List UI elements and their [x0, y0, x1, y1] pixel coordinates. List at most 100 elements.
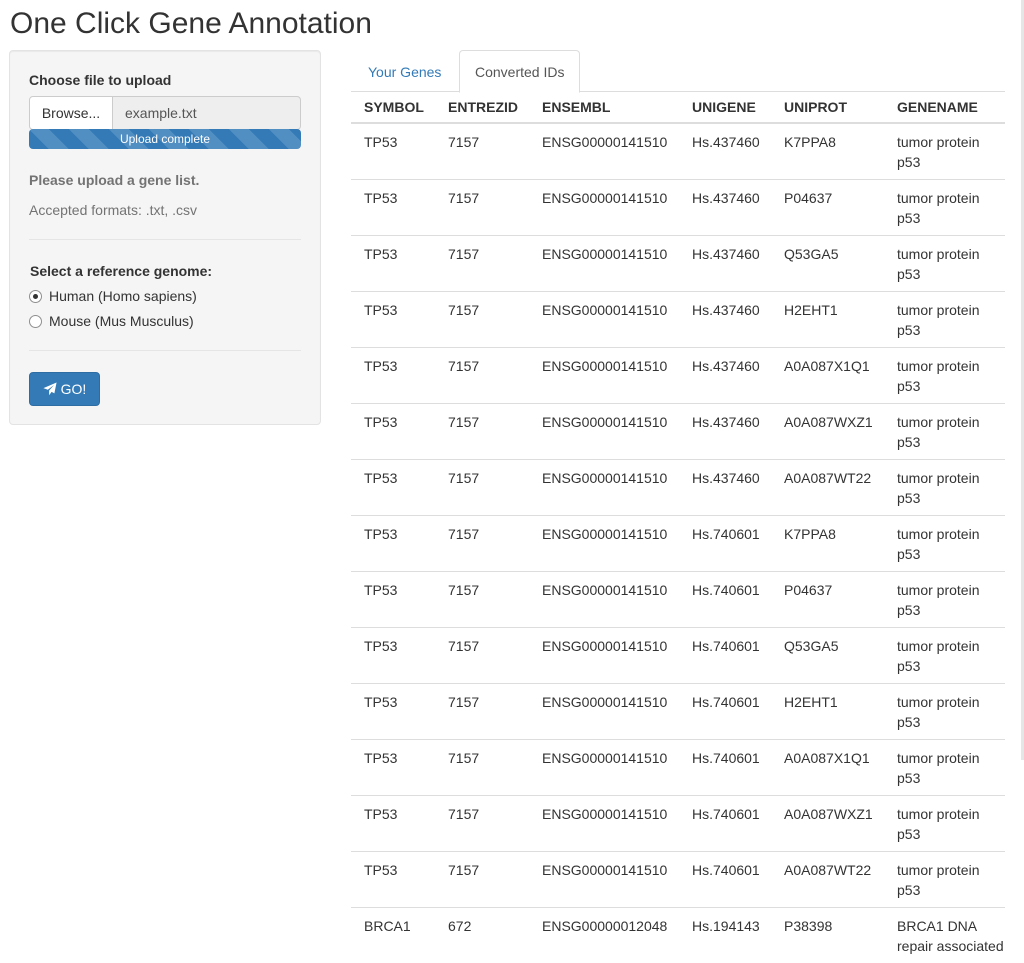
upload-label: Choose file to upload: [29, 72, 171, 88]
radio-dot-icon[interactable]: [29, 290, 42, 303]
cell-uniprot: Q53GA5: [771, 628, 884, 684]
cell-ensembl: ENSG00000141510: [529, 236, 679, 292]
cell-unigene: Hs.194143: [679, 908, 771, 963]
cell-uniprot: A0A087WT22: [771, 852, 884, 908]
table-header-row: SYMBOL ENTREZID ENSEMBL UNIGENE UNIPROT …: [351, 92, 1005, 123]
cell-ensembl: ENSG00000141510: [529, 348, 679, 404]
radio-human[interactable]: Human (Homo sapiens): [29, 288, 197, 304]
cell-entrezid: 7157: [435, 684, 529, 740]
cell-genename: tumor protein p53: [884, 796, 1005, 852]
cell-entrezid: 7157: [435, 180, 529, 236]
header-unigene: UNIGENE: [679, 92, 771, 123]
header-symbol: SYMBOL: [351, 92, 435, 123]
table-row: TP53 7157 ENSG00000141510 Hs.740601 A0A0…: [351, 796, 1005, 852]
divider: [29, 350, 301, 351]
cell-entrezid: 7157: [435, 516, 529, 572]
table-body: TP53 7157 ENSG00000141510 Hs.437460 K7PP…: [351, 123, 1005, 963]
cell-unigene: Hs.740601: [679, 516, 771, 572]
radio-mouse-label: Mouse (Mus Musculus): [49, 313, 194, 329]
table-row: TP53 7157 ENSG00000141510 Hs.740601 Q53G…: [351, 628, 1005, 684]
cell-genename: tumor protein p53: [884, 684, 1005, 740]
radio-dot-icon[interactable]: [29, 315, 42, 328]
cell-entrezid: 7157: [435, 236, 529, 292]
cell-ensembl: ENSG00000012048: [529, 908, 679, 963]
cell-ensembl: ENSG00000141510: [529, 684, 679, 740]
cell-symbol: TP53: [351, 852, 435, 908]
cell-ensembl: ENSG00000141510: [529, 572, 679, 628]
cell-uniprot: P04637: [771, 180, 884, 236]
cell-ensembl: ENSG00000141510: [529, 460, 679, 516]
cell-ensembl: ENSG00000141510: [529, 404, 679, 460]
table-row: BRCA1 672 ENSG00000012048 Hs.194143 P383…: [351, 908, 1005, 963]
cell-unigene: Hs.437460: [679, 404, 771, 460]
cell-symbol: TP53: [351, 404, 435, 460]
cell-ensembl: ENSG00000141510: [529, 516, 679, 572]
table-row: TP53 7157 ENSG00000141510 Hs.437460 A0A0…: [351, 460, 1005, 516]
genome-label: Select a reference genome:: [30, 263, 212, 279]
file-input-group: Browse... example.txt: [29, 96, 301, 130]
go-button-label: GO!: [61, 381, 87, 397]
file-name-field[interactable]: example.txt: [113, 96, 301, 130]
table-row: TP53 7157 ENSG00000141510 Hs.437460 K7PP…: [351, 123, 1005, 180]
tab-converted-ids[interactable]: Converted IDs: [459, 50, 580, 93]
cell-genename: tumor protein p53: [884, 348, 1005, 404]
paper-plane-icon: [43, 382, 57, 396]
cell-genename: tumor protein p53: [884, 123, 1005, 180]
tab-your-genes[interactable]: Your Genes: [352, 50, 457, 92]
cell-unigene: Hs.437460: [679, 348, 771, 404]
cell-uniprot: A0A087WT22: [771, 460, 884, 516]
cell-entrezid: 7157: [435, 852, 529, 908]
cell-entrezid: 7157: [435, 460, 529, 516]
cell-uniprot: A0A087X1Q1: [771, 740, 884, 796]
cell-entrezid: 7157: [435, 740, 529, 796]
cell-unigene: Hs.740601: [679, 684, 771, 740]
go-button[interactable]: GO!: [29, 372, 100, 406]
cell-entrezid: 7157: [435, 404, 529, 460]
browse-button[interactable]: Browse...: [29, 96, 113, 130]
cell-genename: tumor protein p53: [884, 460, 1005, 516]
cell-uniprot: H2EHT1: [771, 292, 884, 348]
upload-progress-bar: Upload complete: [29, 129, 301, 149]
cell-uniprot: A0A087WXZ1: [771, 796, 884, 852]
help-formats: Accepted formats: .txt, .csv: [29, 202, 197, 218]
header-ensembl: ENSEMBL: [529, 92, 679, 123]
cell-ensembl: ENSG00000141510: [529, 796, 679, 852]
cell-symbol: TP53: [351, 292, 435, 348]
cell-entrezid: 672: [435, 908, 529, 963]
cell-symbol: TP53: [351, 348, 435, 404]
cell-symbol: TP53: [351, 516, 435, 572]
cell-entrezid: 7157: [435, 572, 529, 628]
table-row: TP53 7157 ENSG00000141510 Hs.437460 P046…: [351, 180, 1005, 236]
header-uniprot: UNIPROT: [771, 92, 884, 123]
radio-mouse[interactable]: Mouse (Mus Musculus): [29, 313, 194, 329]
table-row: TP53 7157 ENSG00000141510 Hs.437460 Q53G…: [351, 236, 1005, 292]
cell-entrezid: 7157: [435, 348, 529, 404]
cell-symbol: TP53: [351, 180, 435, 236]
cell-symbol: TP53: [351, 460, 435, 516]
cell-uniprot: A0A087WXZ1: [771, 404, 884, 460]
cell-entrezid: 7157: [435, 796, 529, 852]
cell-entrezid: 7157: [435, 123, 529, 180]
cell-ensembl: ENSG00000141510: [529, 740, 679, 796]
table-row: TP53 7157 ENSG00000141510 Hs.437460 A0A0…: [351, 404, 1005, 460]
cell-unigene: Hs.740601: [679, 572, 771, 628]
cell-uniprot: H2EHT1: [771, 684, 884, 740]
sidebar-panel: Choose file to upload Browse... example.…: [9, 50, 321, 425]
cell-genename: tumor protein p53: [884, 236, 1005, 292]
cell-symbol: TP53: [351, 628, 435, 684]
cell-ensembl: ENSG00000141510: [529, 123, 679, 180]
tab-bar: Your Genes Converted IDs: [351, 50, 1005, 92]
cell-ensembl: ENSG00000141510: [529, 180, 679, 236]
cell-genename: tumor protein p53: [884, 180, 1005, 236]
table-row: TP53 7157 ENSG00000141510 Hs.437460 H2EH…: [351, 292, 1005, 348]
cell-unigene: Hs.740601: [679, 852, 771, 908]
table-row: TP53 7157 ENSG00000141510 Hs.740601 K7PP…: [351, 516, 1005, 572]
cell-unigene: Hs.740601: [679, 796, 771, 852]
cell-unigene: Hs.437460: [679, 460, 771, 516]
cell-ensembl: ENSG00000141510: [529, 628, 679, 684]
cell-genename: tumor protein p53: [884, 404, 1005, 460]
table-row: TP53 7157 ENSG00000141510 Hs.740601 A0A0…: [351, 852, 1005, 908]
cell-symbol: TP53: [351, 572, 435, 628]
cell-genename: tumor protein p53: [884, 852, 1005, 908]
help-title: Please upload a gene list.: [29, 172, 199, 188]
